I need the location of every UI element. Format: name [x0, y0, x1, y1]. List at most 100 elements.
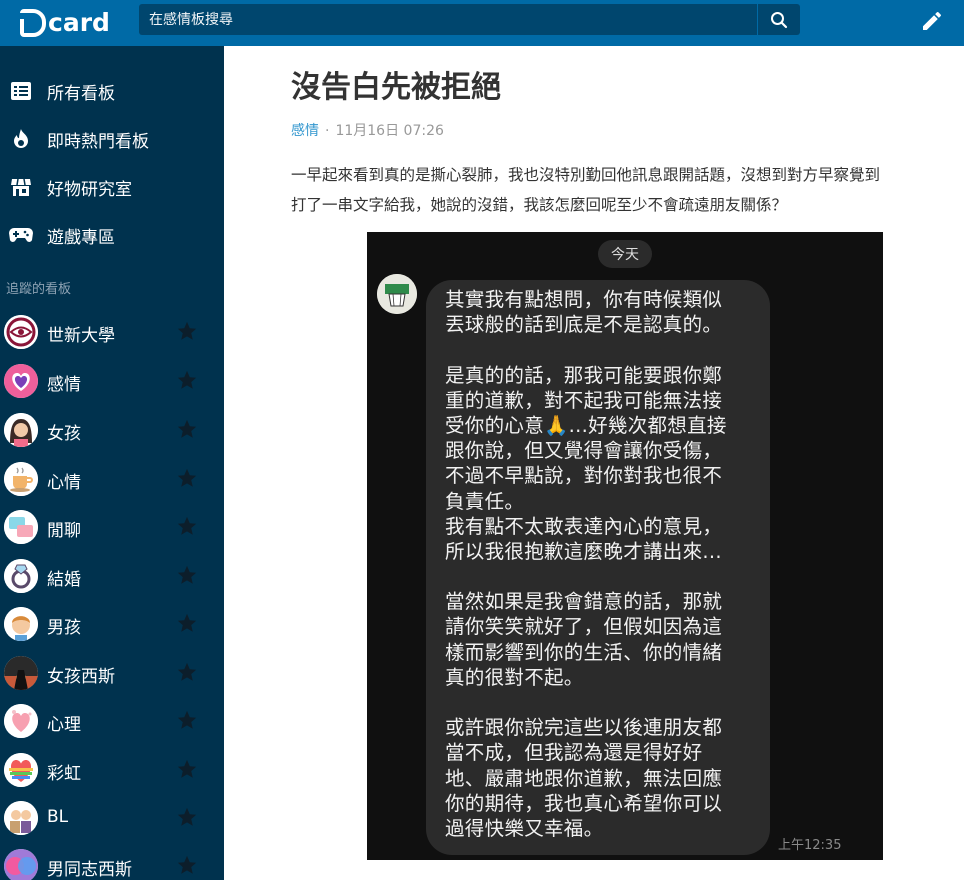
meta-separator: · — [325, 123, 330, 139]
search-button[interactable] — [758, 4, 800, 35]
post-title: 沒告白先被拒絕 — [291, 70, 501, 105]
message-line: 樣而影響到你的生活、你的情緒 — [445, 640, 723, 664]
message-line: 你的期待，我也真心希望你可以 — [445, 791, 723, 815]
message-line: 過得快樂又幸福。 — [445, 816, 604, 840]
chat-avatar — [377, 274, 417, 314]
sidebar-board-item[interactable]: 心理 — [0, 698, 224, 744]
post-body: 一早起來看到真的是撕心裂肺，我也沒特別勤回他訊息跟開話題，沒想到對方早察覺到 打… — [291, 160, 964, 220]
dcard-logo-mark-icon — [18, 9, 46, 37]
star-icon[interactable] — [176, 515, 198, 537]
board-avatar — [4, 413, 38, 447]
message-line — [445, 690, 765, 715]
date-divider: 今天 — [598, 240, 652, 268]
sidebar-board-item[interactable]: 世新大學 — [0, 309, 224, 355]
sidebar-item-all-boards[interactable]: 所有看板 — [0, 69, 224, 113]
message-line: 是真的的話，那我可能要跟你鄭 — [445, 363, 723, 387]
board-label: 心情 — [47, 473, 81, 493]
message-line: 我有點不太敢表達內心的意見， — [445, 514, 723, 538]
search-input[interactable] — [139, 4, 757, 35]
message-line: 其實我有點想問，你有時候類似 — [445, 288, 723, 311]
sidebar: 所有看板 即時熱門看板 好物研究室 遊戲專區 追蹤的看板 世新大學 感情 女孩 … — [0, 46, 224, 880]
board-label: 男同志西斯 — [47, 860, 132, 880]
board-label: 彩虹 — [47, 764, 81, 784]
sidebar-board-item[interactable]: 男孩 — [0, 601, 224, 647]
board-avatar — [4, 704, 38, 738]
dcard-logo[interactable]: card — [18, 7, 110, 39]
message-line: 地、嚴肅地跟你道歉，無法回應 — [445, 766, 723, 790]
post-date: 11月16日 07:26 — [335, 123, 444, 139]
message-line: 跟你說，但又覺得會讓你受傷， — [445, 439, 723, 463]
star-icon[interactable] — [176, 709, 198, 731]
board-avatar — [4, 510, 38, 544]
sidebar-board-item[interactable]: 感情 — [0, 358, 224, 404]
board-avatar — [4, 849, 38, 880]
message-line: 丟球般的話到底是不是認真的。 — [445, 313, 723, 337]
message-line: 或許跟你說完這些以後連朋友都 — [445, 716, 723, 740]
write-post-button[interactable] — [916, 6, 948, 36]
sidebar-item-good-stuff[interactable]: 好物研究室 — [0, 165, 224, 209]
board-label: 感情 — [47, 375, 81, 395]
search-box — [139, 4, 757, 35]
board-label: 男孩 — [47, 618, 81, 638]
logo-text: card — [48, 8, 110, 37]
board-label: BL — [47, 807, 69, 827]
post-meta: 感情 · 11月16日 07:26 — [291, 120, 444, 140]
post-body-line: 打了一串文字給我，她說的沒錯，我該怎麼回呢至少不會疏遠朋友關係？ — [291, 196, 788, 214]
flame-icon — [9, 127, 33, 151]
sidebar-item-label: 所有看板 — [47, 83, 115, 104]
message-time: 上午12:35 — [778, 838, 842, 853]
top-bar: card — [0, 0, 964, 46]
sidebar-board-item[interactable]: 彩虹 — [0, 747, 224, 793]
list-icon — [9, 79, 33, 103]
message-line: 當不成，但我認為還是得好好 — [445, 741, 703, 765]
message-line — [445, 337, 765, 362]
star-icon[interactable] — [176, 661, 198, 683]
post-body-line: 一早起來看到真的是撕心裂肺，我也沒特別勤回他訊息跟開話題，沒想到對方早察覺到 — [291, 166, 881, 184]
star-icon[interactable] — [176, 320, 198, 342]
sidebar-board-item[interactable]: 結婚 — [0, 553, 224, 599]
board-label: 結婚 — [47, 570, 81, 590]
message-line: 所以我很抱歉這麼晚才講出來... — [445, 539, 722, 563]
star-icon[interactable] — [176, 369, 198, 391]
sidebar-item-games[interactable]: 遊戲專區 — [0, 213, 224, 257]
sidebar-item-hot-boards[interactable]: 即時熱門看板 — [0, 117, 224, 161]
gamepad-icon — [9, 223, 33, 247]
board-avatar — [4, 364, 38, 398]
star-icon[interactable] — [176, 806, 198, 828]
board-label: 世新大學 — [47, 326, 115, 346]
message-line: 請你笑笑就好了，但假如因為這 — [445, 615, 723, 639]
search-icon — [771, 11, 788, 28]
message-line — [445, 564, 765, 589]
sidebar-board-item[interactable]: 男同志西斯 — [0, 843, 224, 880]
star-icon[interactable] — [176, 467, 198, 489]
star-icon[interactable] — [176, 854, 198, 876]
star-icon[interactable] — [176, 564, 198, 586]
message-line: 受你的心意🙏...好幾次都想直接 — [445, 413, 727, 437]
board-avatar — [4, 462, 38, 496]
board-avatar — [4, 801, 38, 835]
store-icon — [9, 175, 33, 199]
message-line: 重的道歉，對不起我可能無法接 — [445, 388, 723, 412]
star-icon[interactable] — [176, 758, 198, 780]
sidebar-board-item[interactable]: 女孩 — [0, 407, 224, 453]
followed-boards-title: 追蹤的看板 — [6, 282, 72, 297]
message-line: 真的很對不起。 — [445, 665, 584, 689]
sidebar-board-item[interactable]: 女孩西斯 — [0, 650, 224, 696]
sidebar-board-item[interactable]: 閒聊 — [0, 504, 224, 550]
message-line: 當然如果是我會錯意的話，那就 — [445, 590, 723, 614]
star-icon[interactable] — [176, 612, 198, 634]
board-avatar — [4, 315, 38, 349]
board-avatar — [4, 753, 38, 787]
board-avatar — [4, 559, 38, 593]
sidebar-item-label: 好物研究室 — [47, 179, 132, 200]
post-board-link[interactable]: 感情 — [291, 123, 319, 139]
board-label: 心理 — [47, 715, 81, 735]
sidebar-board-item[interactable]: BL — [0, 795, 224, 841]
board-label: 女孩 — [47, 424, 81, 444]
board-avatar — [4, 656, 38, 690]
sidebar-item-label: 即時熱門看板 — [47, 131, 149, 152]
star-icon[interactable] — [176, 418, 198, 440]
board-label: 閒聊 — [47, 521, 81, 541]
sidebar-board-item[interactable]: 心情 — [0, 456, 224, 502]
post-image[interactable]: 今天 其實我有點想問，你有時候類似 丟球般的話到底是不是認真的。 是真的的話，那… — [367, 232, 883, 860]
